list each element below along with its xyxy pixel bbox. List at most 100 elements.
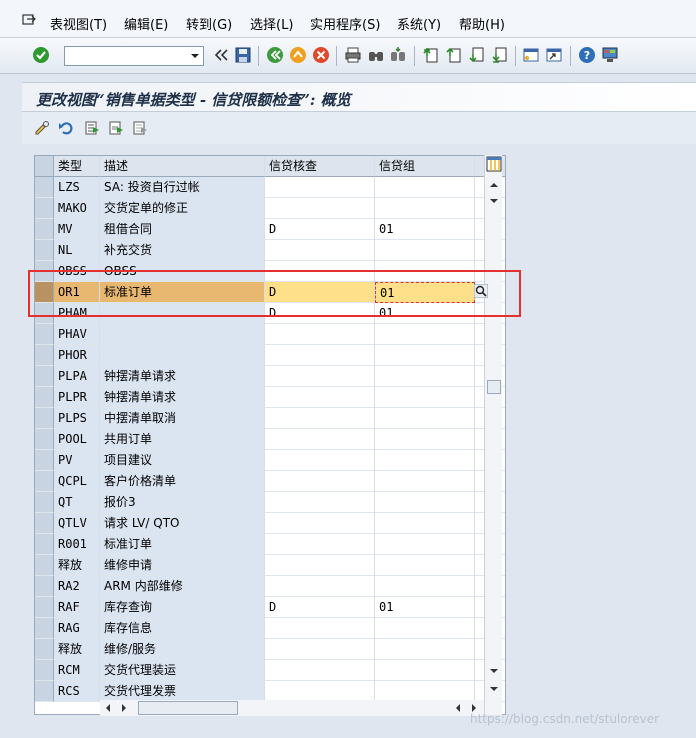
find-icon[interactable] [367,46,385,64]
scroll-up-icon[interactable] [488,179,500,191]
table-row[interactable]: 释放 维修/服务 [35,639,505,660]
cell-credit-group[interactable] [375,555,475,576]
row-selector[interactable] [35,450,54,471]
help-icon[interactable]: ? [578,46,596,64]
table-row[interactable]: RCS 交货代理发票 [35,681,505,702]
cell-credit-group[interactable] [375,681,475,702]
row-selector[interactable] [35,219,54,240]
cell-credit-check[interactable]: D [265,219,375,240]
table-row[interactable]: QT 报价3 [35,492,505,513]
cell-credit-check[interactable] [265,429,375,450]
row-selector[interactable] [35,177,54,198]
prev-page-icon[interactable] [445,46,463,64]
last-page-icon[interactable] [491,46,509,64]
table-row[interactable]: QCPL 客户价格清单 [35,471,505,492]
cell-credit-check[interactable] [265,471,375,492]
menu-select[interactable]: 选择(L) [250,18,293,34]
row-selector[interactable] [35,471,54,492]
table-row[interactable]: MV 租借合同 D 01 [35,219,505,240]
row-selector[interactable] [35,240,54,261]
table-row[interactable]: QTLV 请求 LV/ QTO [35,513,505,534]
table-row[interactable]: PLPR 钟摆清单请求 [35,387,505,408]
menu-system[interactable]: 系统(Y) [397,18,441,34]
shortcut-icon[interactable] [545,46,563,64]
cell-credit-group[interactable]: 01 [375,282,475,303]
cell-credit-check[interactable] [265,534,375,555]
enter-icon[interactable] [32,46,50,64]
cell-credit-check[interactable] [265,387,375,408]
scroll-down-icon[interactable] [488,195,500,207]
cell-credit-group[interactable] [375,324,475,345]
row-selector[interactable] [35,534,54,555]
table-row[interactable]: RAF 库存查询 D 01 [35,597,505,618]
cell-credit-check[interactable] [265,324,375,345]
table-row[interactable]: LZS SA: 投资自行过帐 [35,177,505,198]
cell-credit-group[interactable] [375,492,475,513]
cell-credit-check[interactable]: D [265,303,375,324]
row-selector[interactable] [35,492,54,513]
table-row[interactable]: RCM 交货代理装运 [35,660,505,681]
menu-edit[interactable]: 编辑(E) [124,18,168,34]
history-icon[interactable] [212,46,230,64]
cancel-icon[interactable] [312,46,330,64]
chevron-down-icon[interactable] [189,51,201,61]
print-icon[interactable] [344,46,362,64]
row-selector[interactable] [35,387,54,408]
cell-credit-check[interactable]: D [265,282,375,303]
table-row[interactable]: OR1 标准订单 D 01 [35,282,505,303]
cell-credit-group[interactable] [375,387,475,408]
cell-credit-group[interactable] [375,198,475,219]
new-session-icon[interactable] [522,46,540,64]
table-row[interactable]: OBSS OBSS [35,261,505,282]
row-selector[interactable] [35,408,54,429]
table-row[interactable]: 释放 维修申请 [35,555,505,576]
value-help-icon[interactable] [474,284,488,298]
cell-credit-group[interactable] [375,639,475,660]
cell-credit-check[interactable] [265,639,375,660]
cell-credit-check[interactable] [265,555,375,576]
cell-credit-check[interactable] [265,198,375,219]
menu-table-view[interactable]: 表视图(T) [50,18,107,34]
menu-utilities[interactable]: 实用程序(S) [310,18,380,34]
row-selector[interactable] [35,576,54,597]
cell-credit-group[interactable] [375,471,475,492]
cell-credit-check[interactable] [265,261,375,282]
row-selector[interactable] [35,282,54,303]
exit-icon[interactable] [289,46,307,64]
table-settings-icon[interactable] [486,156,502,172]
row-selector[interactable] [35,366,54,387]
save-icon[interactable] [234,46,252,64]
cell-credit-check[interactable] [265,450,375,471]
table-row[interactable]: NL 补充交货 [35,240,505,261]
table-row[interactable]: PHOR [35,345,505,366]
column-header-description[interactable]: 描述 [100,156,265,177]
cell-credit-group[interactable] [375,660,475,681]
find-next-icon[interactable] [389,46,407,64]
cell-credit-check[interactable] [265,492,375,513]
column-header-type[interactable]: 类型 [54,156,100,177]
select-all-icon[interactable] [84,120,100,136]
row-selector[interactable] [35,429,54,450]
table-row[interactable]: RA2 ARM 内部维修 [35,576,505,597]
cell-credit-group[interactable] [375,177,475,198]
scroll-right-icon[interactable] [118,702,130,714]
table-row[interactable]: PLPA 钟摆清单请求 [35,366,505,387]
cell-credit-group[interactable]: 01 [375,597,475,618]
cell-credit-group[interactable] [375,534,475,555]
row-selector[interactable] [35,513,54,534]
row-selector[interactable] [35,618,54,639]
cell-credit-group[interactable]: 01 [375,303,475,324]
scroll-thumb[interactable] [487,380,501,394]
menu-icon[interactable] [22,14,36,26]
table-row[interactable]: MAKO 交货定单的修正 [35,198,505,219]
row-selector[interactable] [35,681,54,702]
cell-credit-group[interactable] [375,240,475,261]
row-selector[interactable] [35,324,54,345]
row-selector[interactable] [35,597,54,618]
horizontal-scrollbar[interactable] [100,700,484,716]
cell-credit-group[interactable] [375,513,475,534]
cell-credit-group[interactable]: 01 [375,219,475,240]
cell-credit-group[interactable] [375,345,475,366]
deselect-all-icon[interactable] [132,120,148,136]
cell-credit-group[interactable] [375,261,475,282]
